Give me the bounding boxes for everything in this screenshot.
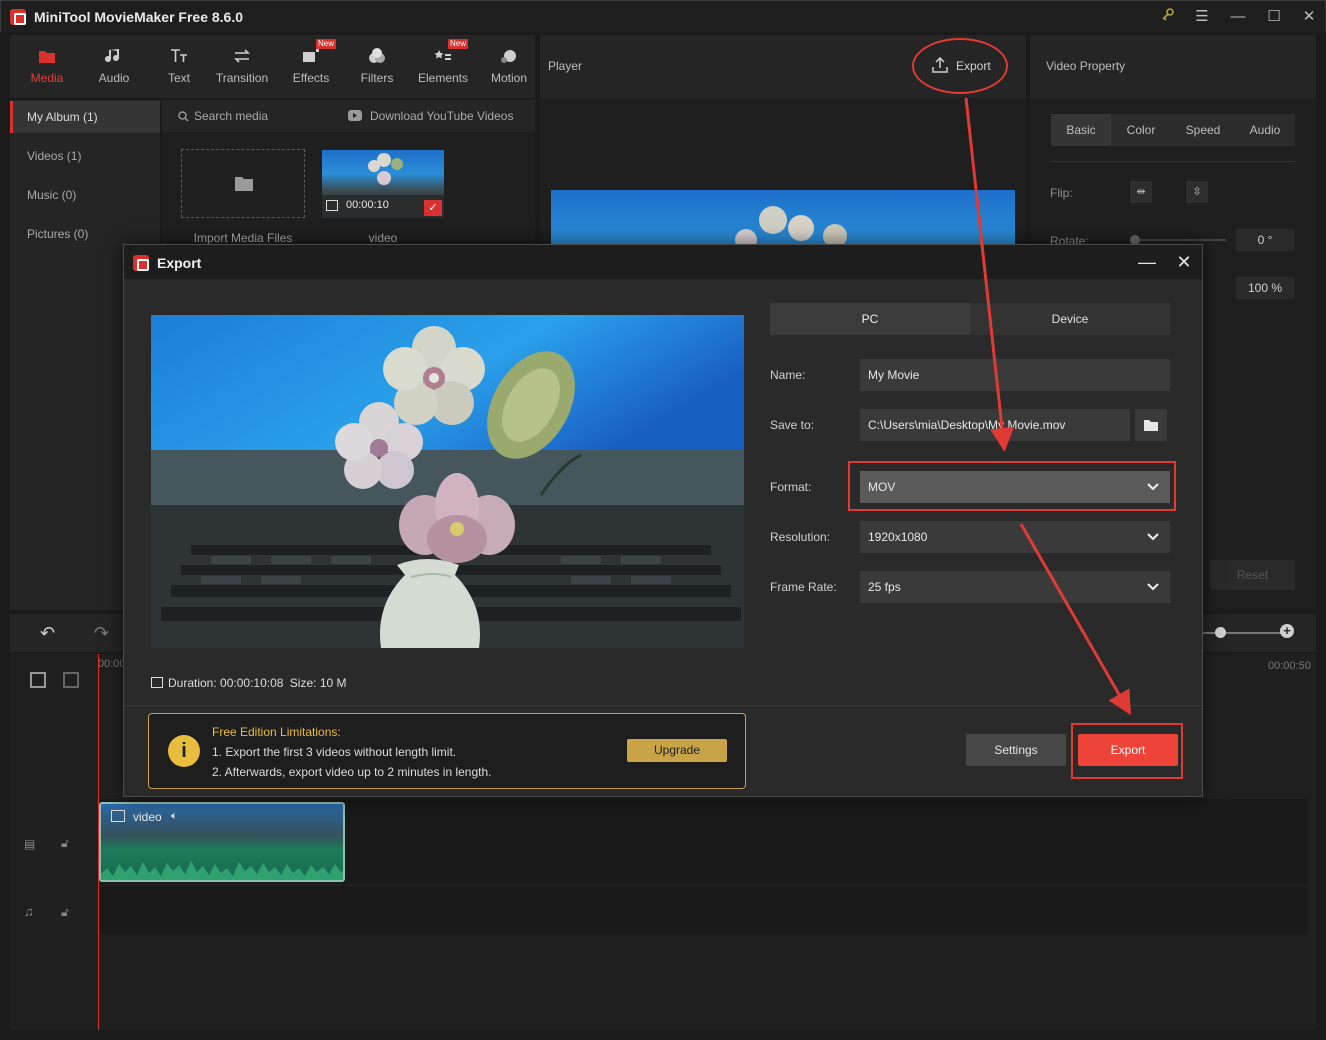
arrow-to-format <box>964 97 1014 452</box>
arrow-to-export-button <box>1019 523 1131 716</box>
annotation-arrows <box>964 97 1131 716</box>
